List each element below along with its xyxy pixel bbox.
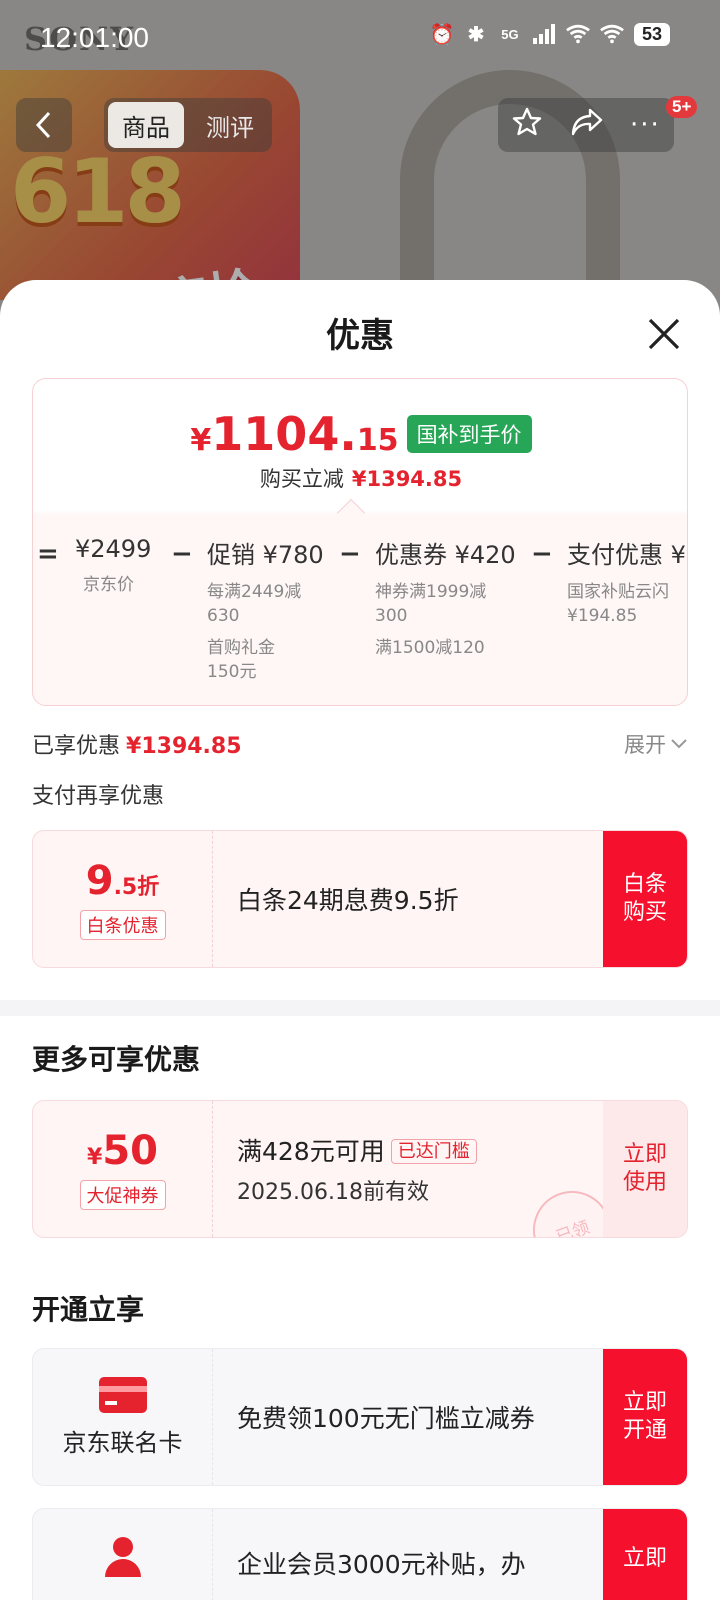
wifi-icon-2 [600, 22, 624, 46]
bluetooth-icon: ✱ [467, 23, 485, 46]
breakdown-sub: 首购礼金 150元 [207, 638, 275, 682]
network-label: 5G [501, 26, 519, 42]
more-icon[interactable]: ··· [630, 110, 661, 140]
coupon-currency: ¥ [87, 1145, 103, 1170]
baitiao-rate: 9.5折 [86, 858, 160, 904]
enterprise-member-offer: 企业会员3000元补贴，办 立即 [32, 1508, 688, 1600]
subsidy-price-tag: 国补到手价 [406, 415, 532, 453]
back-button[interactable] [16, 98, 72, 152]
enterprise-desc: 企业会员3000元补贴，办 [237, 1550, 526, 1579]
enjoyed-discount-row: 已享优惠 ¥1394.85 展开 [32, 728, 688, 760]
baitiao-buy-button[interactable]: 白条 购买 [603, 831, 687, 967]
more-offers-title: 更多可享优惠 [32, 1043, 201, 1076]
status-time: 12:01:00 [40, 22, 149, 53]
final-price-integer: 1104. [211, 407, 357, 461]
operator-minus: − [171, 539, 193, 569]
cobrand-card-info: 免费领100元无门槛立减券 [237, 1349, 535, 1485]
breakdown-payment: 支付优惠 ¥ 国家补贴云闪 ¥194.85 [567, 535, 686, 628]
caret-pointer [336, 498, 366, 528]
signal-icon [532, 22, 556, 46]
baitiao-rate-int: 9 [85, 858, 114, 904]
enterprise-open-button[interactable]: 立即 [603, 1509, 687, 1600]
coupon-tag: 大促神券 [79, 1180, 166, 1210]
coupon-value: ¥50 大促神券 [33, 1101, 213, 1237]
breakdown-sub: 京东价 [83, 575, 134, 595]
favorite-star-icon[interactable] [511, 106, 543, 145]
breakdown-sub: 每满2449减 630 [207, 582, 302, 626]
user-icon [103, 1537, 143, 1577]
top-actions: ··· [498, 98, 674, 152]
back-arrow-icon [35, 111, 51, 139]
tab-product[interactable]: 商品 [108, 102, 184, 148]
alarm-icon: ⏰ [429, 23, 455, 46]
coupon-validity: 2025.06.18前有效 [237, 1180, 429, 1205]
threshold-reached-badge: 已达门槛 [390, 1139, 477, 1164]
sheet-title: 优惠 [326, 316, 394, 356]
breakdown-sub: 国家补贴云闪 ¥194.85 [567, 582, 669, 626]
breakdown-head: 优惠券 ¥420 [375, 541, 516, 569]
baitiao-tag: 白条优惠 [79, 910, 166, 940]
enjoyed-label: 已享优惠 [32, 734, 121, 759]
enterprise-left [33, 1509, 213, 1600]
battery-indicator: 53 [633, 22, 670, 46]
coupon-condition-row: 满428元可用 已达门槛 [237, 1132, 477, 1168]
credit-card-icon [98, 1376, 147, 1413]
baitiao-offer-card: 9.5折 白条优惠 白条24期息费9.5折 白条 购买 [32, 830, 688, 968]
baitiao-discount: 9.5折 白条优惠 [33, 831, 213, 967]
baitiao-info: 白条24期息费9.5折 [237, 831, 459, 967]
save-label: 购买立减 [259, 467, 344, 491]
expand-label: 展开 [624, 733, 666, 757]
enjoyed-amount: ¥1394.85 [126, 734, 242, 759]
close-button[interactable] [636, 306, 692, 362]
status-icons: ⏰ ✱ 5G 53 [430, 22, 670, 46]
pay-discount-title: 支付再享优惠 [32, 784, 165, 809]
enjoyed-discount: 已享优惠 ¥1394.85 [32, 728, 242, 760]
breakdown-jd-price: ¥2499 京东价 [75, 535, 151, 597]
price-breakdown[interactable]: = ¥2499 京东价 − 促销 ¥780 每满2449减 630 首购礼金 1… [33, 535, 687, 695]
top-tab-bar: 商品 测评 [104, 98, 272, 152]
discount-sheet: 优惠 ¥1104.15 国补到手价 购买立减 ¥1394.85 = ¥2499 京… [0, 280, 720, 1600]
coupon-info: 满428元可用 已达门槛 2025.06.18前有效 [237, 1101, 477, 1237]
wifi-icon [566, 22, 590, 46]
breakdown-coupon: 优惠券 ¥420 神券满1999减 300 满1500减120 [375, 535, 516, 660]
use-coupon-button[interactable]: 立即 使用 [603, 1101, 687, 1237]
open-card-button[interactable]: 立即 开通 [603, 1349, 687, 1485]
coupon-amount: 50 [102, 1128, 158, 1174]
price-summary-card: ¥1104.15 国补到手价 购买立减 ¥1394.85 = ¥2499 京东价 … [32, 378, 688, 706]
breakdown-head: ¥2499 [75, 535, 152, 563]
breakdown-promotion: 促销 ¥780 每满2449减 630 首购礼金 150元 [207, 535, 324, 684]
enterprise-info: 企业会员3000元补贴，办 [237, 1509, 526, 1600]
baitiao-desc: 白条24期息费9.5折 [237, 886, 459, 915]
breakdown-sub: 神券满1999减 300 [375, 582, 487, 626]
breakdown-head: 支付优惠 ¥ [567, 541, 686, 569]
open-offers-title: 开通立享 [32, 1293, 145, 1326]
final-price: ¥1104.15 [190, 407, 398, 461]
tab-review[interactable]: 测评 [192, 102, 268, 148]
baitiao-rate-dec: .5折 [113, 875, 160, 900]
coupon-amount-group: ¥50 [87, 1128, 158, 1174]
breakdown-sub: 满1500减120 [375, 638, 485, 658]
breakdown-head: 促销 ¥780 [207, 541, 324, 569]
operator-minus: − [339, 539, 361, 569]
cobrand-card-left: 京东联名卡 [33, 1349, 213, 1485]
status-bar: SONY 12:01:00 ⏰ ✱ 5G 53 [0, 0, 720, 72]
cobrand-card-name: 京东联名卡 [62, 1428, 183, 1457]
cobrand-card-offer: 京东联名卡 免费领100元无门槛立减券 立即 开通 [32, 1348, 688, 1486]
save-amount: ¥1394.85 [351, 467, 463, 491]
promo-coupon-card: ¥50 大促神券 满428元可用 已达门槛 2025.06.18前有效 已领 立即… [32, 1100, 688, 1238]
save-row: 购买立减 ¥1394.85 [33, 463, 687, 493]
coupon-condition: 满428元可用 [237, 1137, 385, 1166]
operator-equals: = [37, 539, 59, 569]
expand-button[interactable]: 展开 [624, 729, 688, 759]
operator-minus: − [531, 539, 553, 569]
share-icon[interactable] [570, 107, 604, 144]
close-icon [648, 318, 680, 350]
final-price-decimal: 15 [356, 423, 399, 458]
cobrand-card-desc: 免费领100元无门槛立减券 [237, 1404, 535, 1433]
message-badge: 5+ [666, 96, 698, 118]
section-divider [0, 1000, 720, 1016]
chevron-down-icon [671, 739, 687, 749]
final-price-row: ¥1104.15 国补到手价 [33, 407, 687, 461]
final-price-currency: ¥ [190, 423, 212, 458]
